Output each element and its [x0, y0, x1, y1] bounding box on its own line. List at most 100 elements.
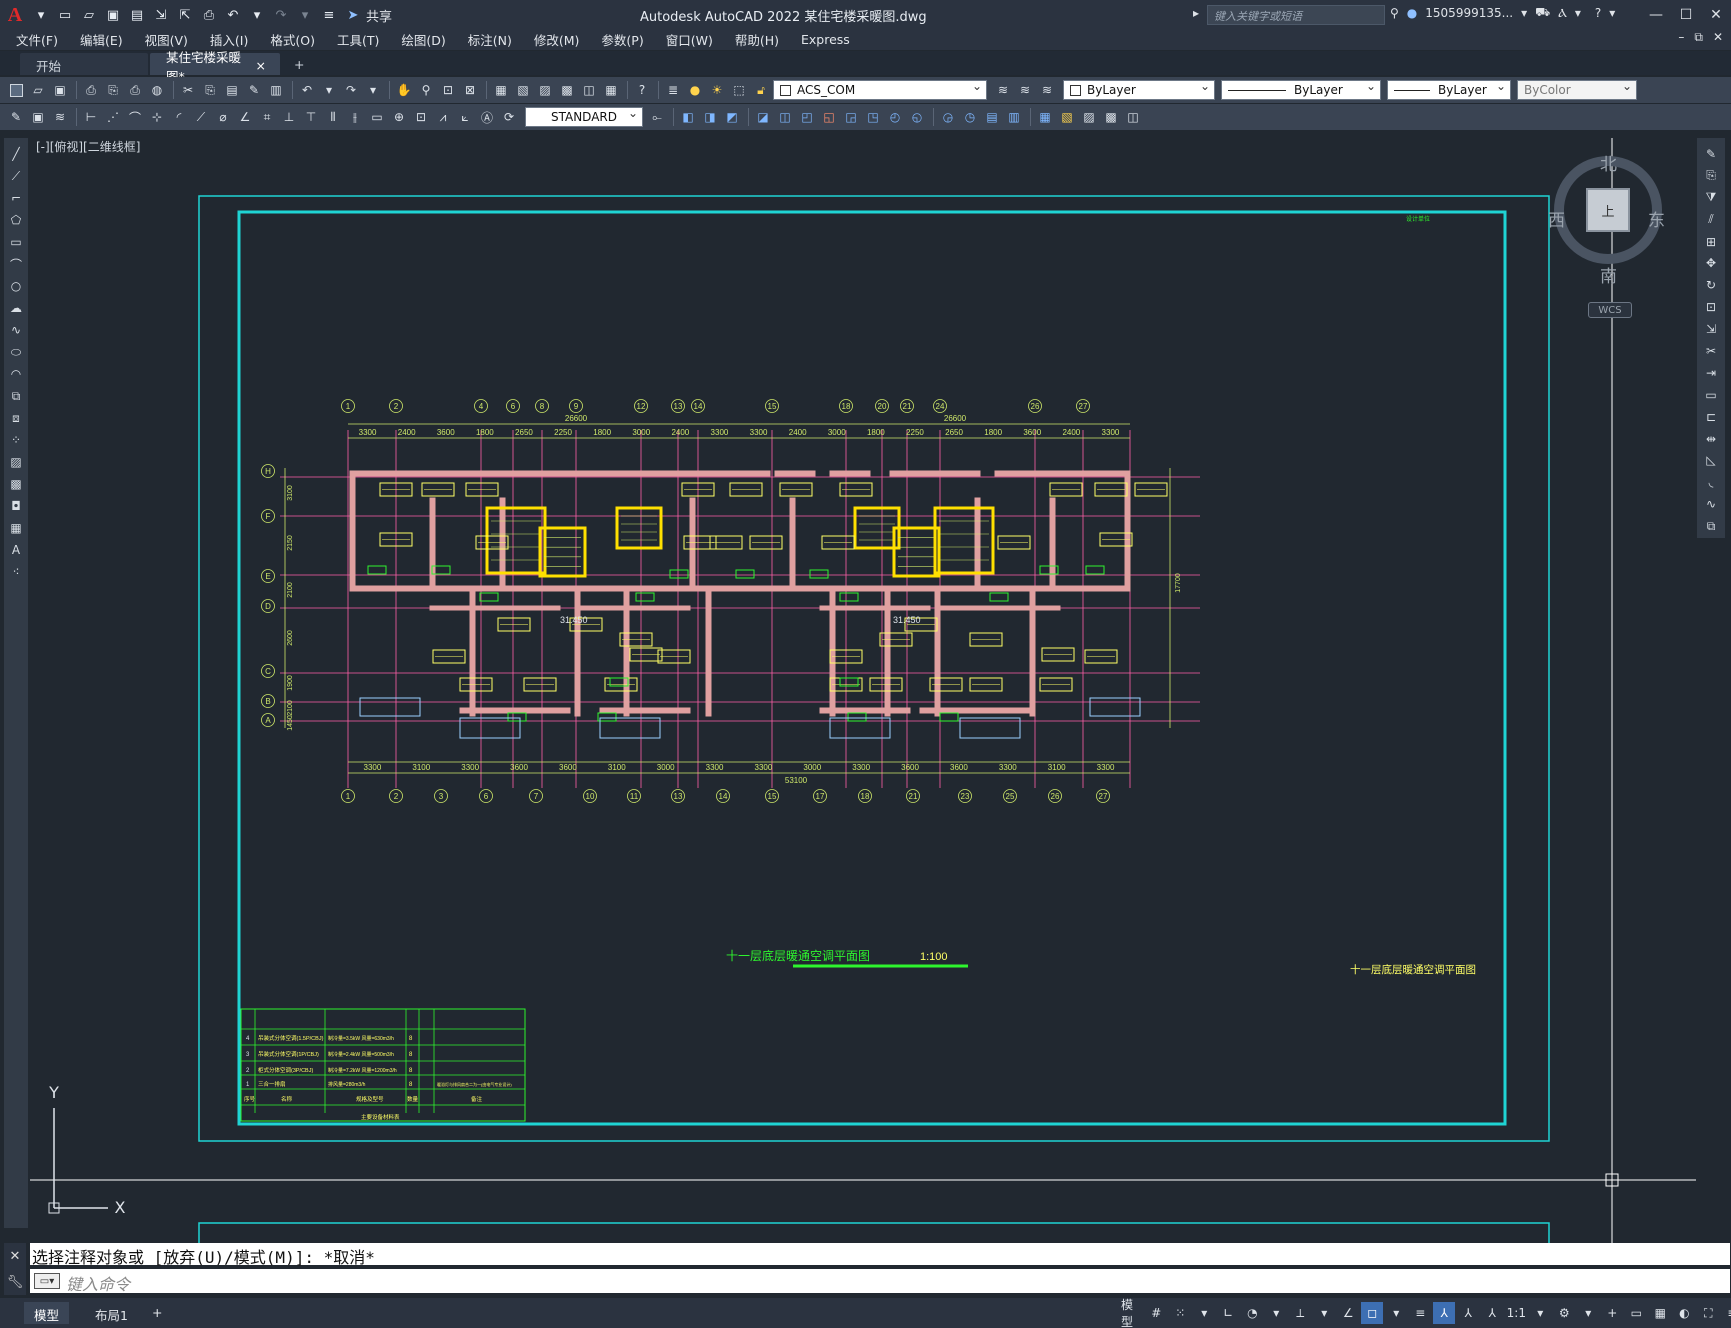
move-faces-icon[interactable]: ◫ [775, 107, 795, 127]
color-faces-icon[interactable]: ◵ [907, 107, 927, 127]
make-current-layer-icon[interactable]: ≋ [993, 80, 1013, 100]
jogged-linear-icon[interactable]: ⩘ [433, 107, 453, 127]
insert-block-icon[interactable]: ⧉ [6, 386, 26, 406]
undo-icon[interactable]: ↶ [297, 80, 317, 100]
menu-help[interactable]: 帮助(H) [735, 30, 791, 49]
command-close-icon[interactable]: ✕ [10, 1249, 21, 1264]
menu-modify[interactable]: 修改(M) [534, 30, 592, 49]
autodesk-a-icon[interactable]: Ⲁ [1558, 6, 1567, 21]
join-icon[interactable]: ⇹ [1701, 429, 1721, 449]
solid-intersect-icon[interactable]: ◩ [722, 107, 742, 127]
copy-object-icon[interactable]: ⎘ [1701, 166, 1721, 186]
workspace-icon[interactable]: ▣ [28, 107, 48, 127]
command-customize-icon[interactable]: 🔧︎ [7, 1275, 24, 1290]
grid-icon[interactable]: # [1145, 1302, 1167, 1324]
annotation-monitor-icon[interactable]: + [1601, 1302, 1623, 1324]
wcs-menu-button[interactable]: WCS [1588, 302, 1632, 318]
command-input[interactable]: 键入命令 [30, 1269, 1730, 1294]
a360-dropdown-icon[interactable]: ▾ [1575, 6, 1581, 20]
gradient-icon[interactable]: ▩ [6, 474, 26, 494]
dim-style-icon[interactable]: ⟜ [647, 107, 667, 127]
workspace-dropdown-icon[interactable]: ▾ [1577, 1302, 1599, 1324]
aligned-dim-icon[interactable]: ⋰ [103, 107, 123, 127]
redo-icon[interactable]: ↷ [341, 80, 361, 100]
render-icon[interactable]: ▧ [1057, 107, 1077, 127]
viewport-controls-label[interactable]: [-][俯视][二维线框] [36, 138, 140, 155]
minimize-icon[interactable]: — [1641, 0, 1671, 30]
region-icon[interactable]: ◘ [6, 496, 26, 516]
customize-icon[interactable]: ≡ [1721, 1302, 1731, 1324]
ellipse-icon[interactable]: ⬭ [6, 342, 26, 362]
solid-subtract-icon[interactable]: ◨ [700, 107, 720, 127]
plot-icon[interactable]: ⎙ [81, 80, 101, 100]
array-icon[interactable]: ⊞ [1701, 232, 1721, 252]
continue-dim-icon[interactable]: ⊤ [301, 107, 321, 127]
viewcube-top-face[interactable]: 上 [1586, 188, 1630, 232]
search-input[interactable]: 键入关键字或短语 [1207, 5, 1385, 25]
ortho-icon[interactable]: ∟ [1217, 1302, 1239, 1324]
annotation-scale-value[interactable]: 1:1 [1505, 1302, 1527, 1324]
quick-properties-icon[interactable]: ▦ [1649, 1302, 1671, 1324]
lights-icon[interactable]: ▩ [1101, 107, 1121, 127]
help-icon[interactable]: ? [632, 80, 652, 100]
osnap-dropdown-icon[interactable]: ▾ [1385, 1302, 1407, 1324]
layer-states-icon[interactable]: ≋ [1037, 80, 1057, 100]
calculator-icon[interactable]: ▦ [601, 80, 621, 100]
offset-faces-icon[interactable]: ◰ [797, 107, 817, 127]
qnew-icon[interactable] [6, 80, 26, 100]
chamfer-icon[interactable]: ◺ [1701, 450, 1721, 470]
clean-screen-icon[interactable]: ⛶ [1697, 1302, 1719, 1324]
spline-icon[interactable]: ∿ [6, 320, 26, 340]
isodraft-icon[interactable]: ⟂ [1289, 1302, 1311, 1324]
zoom-realtime-icon[interactable]: ⚲ [416, 80, 436, 100]
maximize-icon[interactable]: ☐ [1671, 0, 1701, 30]
extend-icon[interactable]: ⇥ [1701, 363, 1721, 383]
units-icon[interactable]: ▭ [1625, 1302, 1647, 1324]
save-as-icon[interactable]: ▤ [126, 4, 148, 26]
help-dropdown-icon[interactable]: ▾ [1609, 6, 1615, 20]
copy-faces-icon[interactable]: ◴ [885, 107, 905, 127]
viewcube[interactable]: 上 北 南 东 西 [1548, 150, 1668, 290]
circle-icon[interactable]: ○ [6, 276, 26, 296]
qdim-icon[interactable]: ✎ [6, 107, 26, 127]
menu-edit[interactable]: 编辑(E) [80, 30, 135, 49]
linetype-dropdown[interactable]: ByLayer [1221, 79, 1381, 100]
drawing-canvas[interactable]: 3300 2400 3600 1800 2650 2250 1800 3000 2400 3300… [30, 138, 1696, 1243]
plot-preview-icon[interactable]: ⎘ [103, 80, 123, 100]
user-dropdown-icon[interactable]: ▾ [1521, 6, 1527, 20]
auto-scale-icon[interactable]: ⅄ [1457, 1302, 1479, 1324]
drawing-viewport[interactable]: 3300 2400 3600 1800 2650 2250 1800 3000 2400 3300… [30, 138, 1696, 1243]
layer-previous-icon[interactable]: ≋ [1015, 80, 1035, 100]
menu-dimension[interactable]: 标注(N) [468, 30, 524, 49]
menu-express[interactable]: Express [801, 32, 862, 47]
app-menu-chevron-icon[interactable]: ▾ [30, 4, 52, 26]
undo-icon[interactable]: ↶ [222, 4, 244, 26]
make-block-icon[interactable]: ⧈ [6, 408, 26, 428]
menu-file[interactable]: 文件(F) [16, 30, 70, 49]
erase-icon[interactable]: ✎ [1701, 144, 1721, 164]
layer-viewport-icon[interactable]: ⬚ [729, 80, 749, 100]
stretch-icon[interactable]: ⇲ [1701, 319, 1721, 339]
import-icon[interactable]: ⇲ [150, 4, 172, 26]
mdi-restore-icon[interactable]: ⧉ [1694, 30, 1703, 45]
annotation-visibility-icon[interactable]: ⅄ [1433, 1302, 1456, 1324]
rotate-icon[interactable]: ↻ [1701, 275, 1721, 295]
export-icon[interactable]: ⇱ [174, 4, 196, 26]
tab-close-icon[interactable]: × [256, 58, 266, 73]
dim-update-icon[interactable]: ⟳ [499, 107, 519, 127]
properties-icon[interactable]: ▦ [491, 80, 511, 100]
tab-layout1[interactable]: 布局1 [85, 1302, 138, 1324]
osnap-icon[interactable]: ◻ [1361, 1302, 1384, 1324]
solid-union-icon[interactable]: ◧ [678, 107, 698, 127]
lineweight-icon[interactable]: ≡ [1409, 1302, 1431, 1324]
color-dropdown[interactable]: ByLayer [1063, 79, 1215, 100]
break-at-point-icon[interactable]: ▭ [1701, 385, 1721, 405]
new-tab-button[interactable]: + [294, 53, 304, 75]
add-selected-icon[interactable]: ⁖ [6, 562, 26, 582]
explode-icon[interactable]: ⧉ [1701, 516, 1721, 536]
layer-properties-icon[interactable]: ≣ [663, 80, 683, 100]
search-expand-icon[interactable]: ▸ [1193, 6, 1199, 20]
zoom-previous-icon[interactable]: ⊠ [460, 80, 480, 100]
help-icon[interactable]: ? [1595, 6, 1601, 20]
share-label[interactable]: 共享 [366, 6, 392, 25]
